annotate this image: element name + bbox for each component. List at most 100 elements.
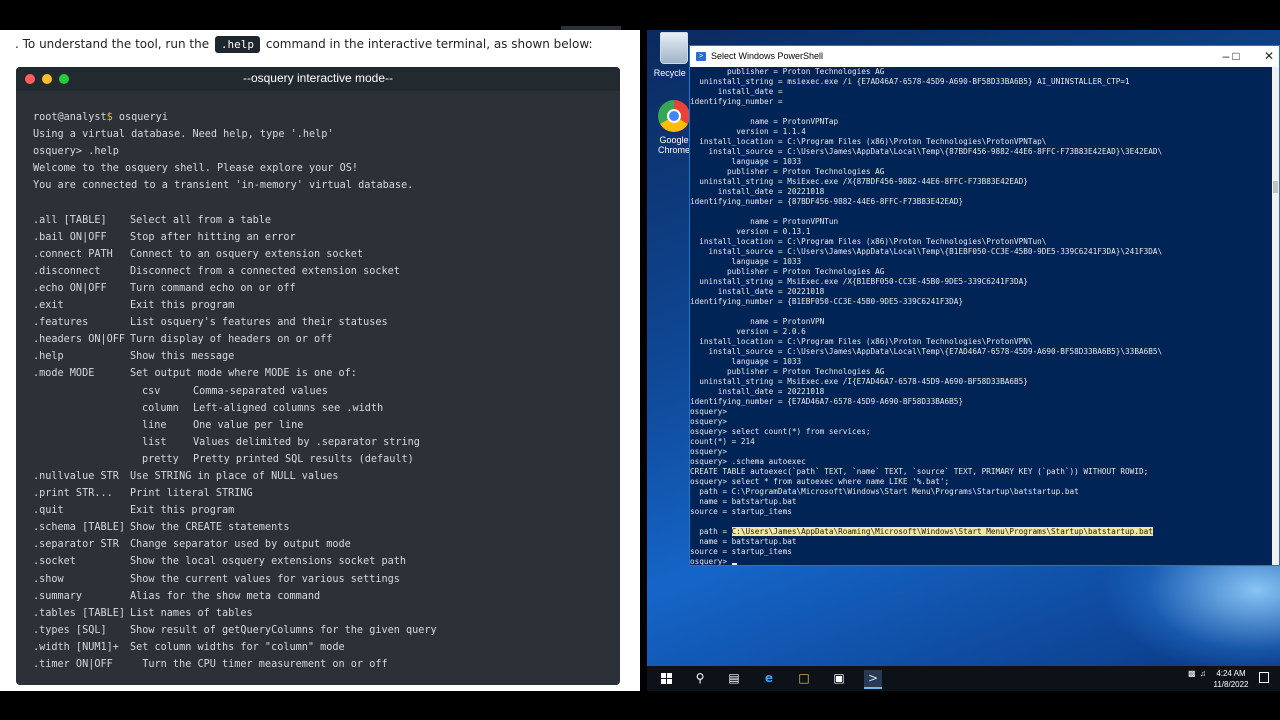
help-command-row: .separator STR Change separator used by o… <box>33 536 620 553</box>
powershell-line: uninstall_string = msiexec.exe /i {E7AD4… <box>690 77 1130 86</box>
powershell-line: language = 1033 <box>690 357 802 366</box>
powershell-line: publisher = Proton Technologies AG <box>690 267 885 276</box>
powershell-line: identifying_number = <box>690 97 788 106</box>
file-explorer-icon[interactable]: □ <box>795 670 813 687</box>
help-command-desc: Turn command echo on or off <box>130 282 296 294</box>
mode-row: pretty Pretty printed SQL results (defaul… <box>33 451 620 468</box>
highlighted-path: C:\Users\James\AppData\Roaming\Microsoft… <box>731 527 1153 536</box>
help-command-name: .separator STR <box>33 539 119 551</box>
powershell-line: name = ProtonVPN <box>690 317 825 326</box>
help-command-row: .headers ON|OFF Turn display of headers o… <box>33 331 620 348</box>
prompt-user: root@analyst <box>33 112 107 123</box>
terminal-line: osquery> .help <box>33 146 119 158</box>
help-command-name: .disconnect <box>33 265 101 277</box>
help-command-row: .width [NUM1]+ Set column widths for "col… <box>33 639 620 656</box>
clock-time: 4:24 AM <box>1216 669 1246 678</box>
help-command-name: .connect PATH <box>33 248 113 260</box>
help-command-name: .bail ON|OFF <box>33 231 107 243</box>
powershell-icon: > <box>696 52 706 61</box>
powershell-titlebar[interactable]: > Select Windows PowerShell – □ ✕ <box>690 46 1279 67</box>
mode-desc: One value per line <box>193 419 304 431</box>
help-command-row: .exit Exit this program <box>33 297 620 314</box>
help-command-desc: Show the local osquery extensions socket… <box>130 556 407 568</box>
volume-icon[interactable]: ♫ <box>1200 669 1206 678</box>
powershell-line: osquery> <box>690 447 728 456</box>
help-command-name: .summary <box>33 590 83 602</box>
windows-logo-pane <box>666 672 672 678</box>
mode-name: line <box>142 419 167 431</box>
start-button[interactable] <box>657 670 675 689</box>
task-view-icon[interactable]: ▤ <box>725 670 743 687</box>
terminal-line: Using a virtual database. Need help, typ… <box>33 129 334 141</box>
powershell-line: osquery> select count(*) from services; <box>690 427 871 436</box>
powershell-line: uninstall_string = MsiExec.exe /X{B1EBF0… <box>690 277 1028 286</box>
final-prompt: osquery> <box>690 557 1272 565</box>
mode-desc: Left-aligned columns see .width <box>193 402 384 414</box>
help-command-desc: Set output mode where MODE is one of: <box>130 368 357 380</box>
help-command-desc: Exit this program <box>130 300 235 312</box>
help-command-desc: Use STRING in place of NULL values <box>130 470 339 482</box>
powershell-line: publisher = Proton Technologies AG <box>690 67 885 76</box>
help-command-row: .tables [TABLE] List names of tables <box>33 605 620 622</box>
help-command-row: .connect PATH Connect to an osquery exten… <box>33 246 620 263</box>
search-icon[interactable]: ⚲ <box>691 670 709 687</box>
powershell-line: count(*) = 214 <box>690 437 755 446</box>
help-command-name: .print STR... <box>33 488 113 500</box>
maximize-button[interactable]: □ <box>1227 49 1245 63</box>
powershell-line: source = startup_items <box>690 507 792 516</box>
powershell-taskbar-icon[interactable]: > <box>864 670 882 689</box>
powershell-line: install_source = C:\Users\James\AppData\… <box>690 147 1163 156</box>
powershell-line: language = 1033 <box>690 257 802 266</box>
powershell-scrollbar[interactable] <box>1272 67 1279 565</box>
powershell-line: install_date = 20221018 <box>690 187 825 196</box>
powershell-line: install_source = C:\Users\James\AppData\… <box>690 247 1163 256</box>
help-command-row: .help Show this message <box>33 348 620 365</box>
powershell-line: osquery> .schema autoexec <box>690 457 806 466</box>
top-black-bar <box>0 0 1280 32</box>
help-command-row: .mode MODE Set output mode where MODE is … <box>33 365 620 382</box>
scrollbar-thumb[interactable] <box>1273 181 1278 193</box>
recycle-bin-icon <box>660 32 688 64</box>
help-command-row: .timer ON|OFF Turn the CPU timer measure… <box>33 656 620 673</box>
powershell-line: publisher = Proton Technologies AG <box>690 367 885 376</box>
help-command-name: .features <box>33 317 89 329</box>
help-command-name: .mode MODE <box>33 368 95 380</box>
powershell-line: name = batstartup.bat <box>690 497 797 506</box>
help-command-name: .schema [TABLE] <box>33 522 126 534</box>
clock-date: 11/8/2022 <box>1213 680 1249 689</box>
help-command-desc: Show this message <box>130 351 235 363</box>
powershell-line <box>690 307 1272 317</box>
powershell-line: version = 2.0.6 <box>690 327 806 336</box>
help-code-snippet: .help <box>214 36 261 53</box>
powershell-line: uninstall_string = MsiExec.exe /I{E7AD46… <box>690 377 1028 386</box>
system-clock[interactable]: 4:24 AM 11/8/2022 <box>1213 668 1249 690</box>
notification-icon[interactable] <box>1259 672 1269 683</box>
mode-row: list Values delimited by .separator strin… <box>33 434 620 451</box>
chrome-icon <box>658 100 690 132</box>
help-command-row: .quit Exit this program <box>33 502 620 519</box>
help-command-desc: Show the current values for various sett… <box>130 573 400 585</box>
powershell-line <box>690 107 1272 117</box>
help-command-name: .all [TABLE] <box>33 214 107 226</box>
powershell-line: osquery> select * from autoexec where na… <box>690 477 950 486</box>
terminal-line: Welcome to the osquery shell. Please exp… <box>33 163 359 175</box>
close-button[interactable]: ✕ <box>1260 49 1278 63</box>
powershell-line: name = ProtonVPNTap <box>690 117 839 126</box>
help-command-row: .types [SQL] Show result of getQueryColum… <box>33 622 620 639</box>
help-command-row: .echo ON|OFF Turn command echo on or off <box>33 280 620 297</box>
edge-icon[interactable]: e <box>760 670 778 687</box>
help-command-row: .show Show the current values for various… <box>33 571 620 588</box>
command-prompt-icon[interactable]: ▣ <box>830 670 848 687</box>
powershell-line: install_location = C:\Program Files (x86… <box>690 237 1047 246</box>
mode-desc: Pretty printed SQL results (default) <box>193 453 414 465</box>
help-command-desc: Show result of getQueryColumns for the g… <box>130 624 437 636</box>
powershell-output[interactable]: publisher = Proton Technologies AG unins… <box>690 67 1272 565</box>
powershell-line: path = C:\ProgramData\Microsoft\Windows\… <box>690 487 1079 496</box>
network-icon[interactable]: ▩ <box>1188 669 1196 678</box>
intro-before: . To understand the tool, run the <box>15 37 213 51</box>
bottom-black-bar <box>0 691 1280 720</box>
article-page: . To understand the tool, run the .help … <box>0 30 640 691</box>
help-command-desc: Select all from a table <box>130 214 272 226</box>
powershell-line: name = ProtonVPNTun <box>690 217 839 226</box>
final-prompt-text: osquery> <box>690 557 732 565</box>
